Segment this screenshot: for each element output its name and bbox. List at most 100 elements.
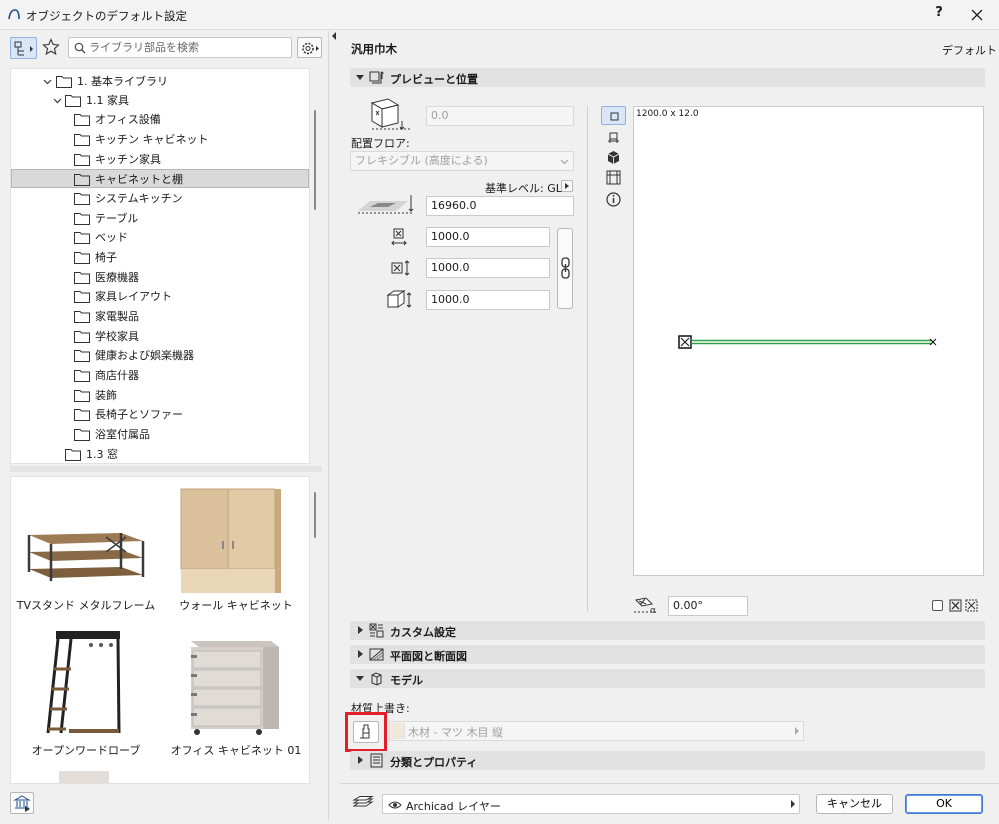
folder-icon <box>74 232 90 244</box>
tree-item[interactable]: 健康および娯楽機器 <box>11 346 309 365</box>
tree-item[interactable]: 医療機器 <box>11 268 309 287</box>
open-wardrobe-image <box>46 631 121 734</box>
top-offset-field[interactable]: 0.0 <box>426 106 574 126</box>
thumbnail-item[interactable]: ウォール キャビネット <box>161 477 309 627</box>
thumbnail-item[interactable]: オープンワードローブ <box>11 627 161 777</box>
tree-item-label: 浴室付属品 <box>95 428 150 441</box>
help-button[interactable]: ? <box>930 5 948 23</box>
tree-item-label: オフィス設備 <box>95 113 161 126</box>
material-value: 木材 - マツ 木目 縦 <box>408 726 503 739</box>
thumbnail-scrollbar[interactable] <box>314 492 316 538</box>
svg-text:α: α <box>650 606 656 616</box>
mirror-y-icon[interactable] <box>965 599 978 612</box>
model-cube-icon <box>371 672 382 686</box>
library-search-input[interactable] <box>89 39 287 56</box>
mirror-x-icon[interactable] <box>949 599 962 612</box>
tree-item[interactable]: 1.3 窓 <box>11 445 309 463</box>
folder-icon <box>74 213 90 225</box>
folder-icon <box>74 272 90 284</box>
section-floorplan-section[interactable]: 平面図と断面図 <box>350 645 985 664</box>
folder-icon <box>74 409 90 421</box>
pane-splitter[interactable] <box>10 466 322 472</box>
material-select[interactable]: 木材 - マツ 木目 縦 <box>389 721 804 741</box>
tree-item-label: 1. 基本ライブラリ <box>77 75 168 88</box>
tree-item-label: キッチン キャビネット <box>95 133 209 146</box>
reference-level-button[interactable] <box>561 180 573 192</box>
tree-item[interactable]: 椅子 <box>11 248 309 267</box>
folder-icon <box>74 154 90 166</box>
tree-item[interactable]: システムキッチン <box>11 189 309 208</box>
tree-item[interactable]: テーブル <box>11 209 309 228</box>
library-search-box[interactable] <box>68 37 292 58</box>
section-preview-position[interactable]: プレビューと位置 <box>350 68 985 87</box>
section-classification-properties[interactable]: 分類とプロパティ <box>350 751 985 770</box>
collapse-left-pane-icon[interactable] <box>331 32 337 40</box>
thumbnail-item[interactable]: オフィス キャビネット 01 <box>161 627 309 777</box>
library-manager-button[interactable] <box>10 792 34 814</box>
floorplan-section-icon <box>369 648 384 661</box>
tree-item-label: ベッド <box>95 231 128 244</box>
library-settings-button[interactable] <box>297 37 322 58</box>
tree-item[interactable]: 商店什器 <box>11 366 309 385</box>
object-preview-canvas[interactable]: 1200.0 x 12.0 <box>633 106 984 576</box>
elevation-view-button[interactable] <box>601 168 626 187</box>
floorplan-view-button[interactable] <box>601 106 626 125</box>
section-label: 分類とプロパティ <box>390 756 478 769</box>
partial-thumbnail <box>59 771 109 783</box>
tree-item[interactable]: 装飾 <box>11 386 309 405</box>
favorites-star-icon[interactable] <box>42 38 60 56</box>
tree-item[interactable]: キッチン キャビネット <box>11 130 309 149</box>
tree-item[interactable]: 1. 基本ライブラリ <box>11 72 309 91</box>
folder-icon <box>74 370 90 382</box>
3d-view-button[interactable] <box>601 148 626 167</box>
chevron-down-icon <box>560 159 569 165</box>
pane-divider <box>328 31 329 821</box>
width-icon <box>391 228 407 246</box>
triangle-down-icon <box>356 75 364 80</box>
tree-item[interactable]: ベッド <box>11 228 309 247</box>
ok-button[interactable]: OK <box>905 794 983 814</box>
gear-icon <box>302 42 319 55</box>
layer-select[interactable]: Archicad レイヤー <box>382 794 800 814</box>
triangle-down-icon <box>356 676 364 681</box>
tree-item-selected[interactable]: キャビネットと棚 <box>11 169 309 188</box>
thumbnail-item[interactable]: TVスタンド メタルフレーム <box>11 477 161 627</box>
depth-field[interactable]: 1000.0 <box>426 258 550 278</box>
close-icon[interactable] <box>966 4 988 26</box>
rotation-angle-field[interactable]: 0.00° <box>668 596 748 616</box>
tree-scrollbar[interactable] <box>314 110 316 210</box>
tree-item[interactable]: オフィス設備 <box>11 110 309 129</box>
library-folder-tree: 1. 基本ライブラリ 1.1 家具 オフィス設備 キッチン キャビネット キッチ… <box>10 68 310 464</box>
section-label: 平面図と断面図 <box>390 650 467 663</box>
elevation-field[interactable]: 16960.0 <box>426 196 574 216</box>
info-button[interactable] <box>601 190 626 209</box>
tree-item[interactable]: 家電製品 <box>11 307 309 326</box>
tree-item-label: キャビネットと棚 <box>95 173 183 186</box>
section-model[interactable]: モデル <box>350 669 985 688</box>
tree-item-label: 商店什器 <box>95 369 139 382</box>
checkbox-mirror[interactable] <box>932 600 943 611</box>
section-view-button[interactable] <box>601 128 626 147</box>
chevron-down-icon[interactable] <box>43 77 52 86</box>
height-field[interactable]: 1000.0 <box>426 290 550 310</box>
tree-item[interactable]: 学校家具 <box>11 327 309 346</box>
library-view-button[interactable] <box>10 37 37 59</box>
paint-bucket-icon <box>360 724 370 739</box>
material-override-button[interactable] <box>353 721 379 743</box>
section-custom-settings[interactable]: カスタム設定 <box>350 621 985 640</box>
tree-item[interactable]: 1.1 家具 <box>11 91 309 110</box>
triangle-right-icon <box>795 727 799 735</box>
thumbnail-label: ウォール キャビネット <box>179 599 293 612</box>
home-floor-select[interactable]: フレキシブル (高度による) <box>350 151 574 171</box>
cancel-button[interactable]: キャンセル <box>816 794 893 814</box>
tree-item-label: 1.1 家具 <box>86 94 129 107</box>
proportion-lock-button[interactable] <box>557 228 573 309</box>
tree-item[interactable]: 浴室付属品 <box>11 425 309 444</box>
tree-item[interactable]: キッチン家具 <box>11 150 309 169</box>
chevron-down-icon[interactable] <box>53 96 62 105</box>
tree-item[interactable]: 長椅子とソファー <box>11 405 309 424</box>
tree-item-label: 医療機器 <box>95 271 139 284</box>
footer-divider <box>340 783 999 784</box>
width-field[interactable]: 1000.0 <box>426 227 550 247</box>
tree-item[interactable]: 家具レイアウト <box>11 287 309 306</box>
